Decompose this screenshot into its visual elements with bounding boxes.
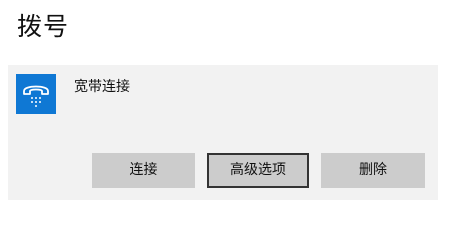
advanced-options-button[interactable]: 高级选项 — [207, 153, 309, 188]
broadband-connection-item[interactable]: 宽带连接 连接 高级选项 删除 — [8, 65, 438, 200]
connection-name: 宽带连接 — [74, 79, 130, 95]
dialup-phone-icon — [16, 74, 56, 114]
connect-button[interactable]: 连接 — [92, 153, 195, 188]
delete-button[interactable]: 删除 — [321, 153, 425, 188]
page-title: 拨号 — [17, 12, 70, 41]
dialup-settings-page: 拨号 宽带连接 连接 高级选项 删除 — [0, 0, 450, 243]
